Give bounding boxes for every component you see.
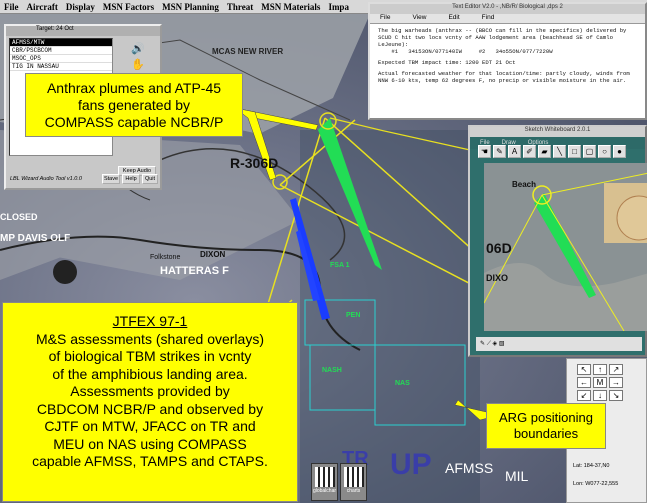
text-line: Actual forecasted weather for that locat…: [378, 70, 630, 77]
jtfex-title: JTFEX 97-1: [112, 313, 188, 329]
editor-menu-view[interactable]: View: [412, 14, 426, 23]
editor-menu-file[interactable]: File: [380, 14, 390, 23]
map-label-nas: NAS: [395, 380, 410, 387]
jtfex-callout: JTFEX 97-1 M&S assessments (shared overl…: [2, 302, 298, 502]
text-line: #1 34153ON/077140IW #2 34o55ON/077/7220W: [378, 48, 553, 55]
charts-label: charts: [346, 488, 361, 494]
map-label-afmss: AFMSS: [445, 460, 494, 476]
editor-menu: File View Edit Find: [370, 14, 645, 24]
map-label-up: UP: [390, 448, 432, 481]
text-line: The big warheads (anthrax -- (BBCO can f…: [378, 27, 627, 34]
window-title: Sketch Whiteboard 2.0.1: [470, 127, 645, 137]
hand-tool-icon[interactable]: ☚: [478, 145, 491, 158]
map-label-folkstone: Folkstone: [150, 254, 181, 261]
pan-center-button[interactable]: M: [593, 377, 607, 388]
menu-msn-factors[interactable]: MSN Factors: [99, 2, 158, 12]
eraser-tool-icon[interactable]: ▰: [538, 145, 551, 158]
menu-aircraft[interactable]: Aircraft: [23, 2, 62, 12]
pan-nw-button[interactable]: ↖: [577, 364, 591, 375]
map-label-mil: MIL: [505, 468, 529, 484]
globalchar-label: globalchar: [312, 488, 337, 494]
panel-icons: 🔊 ✋: [116, 40, 160, 74]
map-label-davis: MP DAVIS OLF: [0, 233, 71, 244]
sketch-status-bar: ✎ ⟋ ◈ ▧: [476, 337, 642, 351]
layer-item[interactable]: CBR/PSCBCOM: [10, 47, 112, 55]
stave-button[interactable]: Stave: [102, 174, 120, 184]
sketch-whiteboard-window: Sketch Whiteboard 2.0.1 File Draw Option…: [468, 125, 647, 357]
menu-impact[interactable]: Impa: [324, 2, 353, 12]
pan-se-button[interactable]: ↘: [609, 390, 623, 401]
map-label-r306: R-306D: [230, 155, 279, 171]
window-title: Text Editor V2.0 - ,NB/R/ Biological ,dp…: [370, 4, 645, 14]
menu-display[interactable]: Display: [62, 2, 99, 12]
text-tool-icon[interactable]: A: [508, 145, 521, 158]
text-line: LeJeune):: [378, 41, 409, 48]
menu-msn-planning[interactable]: MSN Planning: [158, 2, 223, 12]
map-label-fsa: FSA 1: [330, 262, 350, 269]
pan-s-button[interactable]: ↓: [593, 390, 607, 401]
pan-w-button[interactable]: ←: [577, 377, 591, 388]
editor-menu-edit[interactable]: Edit: [448, 14, 459, 23]
text-line: Expected TBM impact time: 1200 EDT 21 Oc…: [378, 59, 516, 66]
charts-button[interactable]: charts: [340, 463, 367, 501]
speaker-icon[interactable]: 🔊: [129, 42, 147, 56]
pan-arrows: ↖ ↑ ↗ ← M → ↙ ↓ ↘: [577, 364, 623, 401]
fill-tool-icon[interactable]: ●: [613, 145, 626, 158]
pan-ne-button[interactable]: ↗: [609, 364, 623, 375]
text-line: SCUD C hit two locs vcnty of AAW lodgeme…: [378, 34, 613, 41]
menu-file[interactable]: File: [0, 2, 23, 12]
round-rect-tool-icon[interactable]: ▢: [583, 145, 596, 158]
map-label-closed: CLOSED: [0, 212, 38, 222]
map-label-pen: PEN: [346, 312, 361, 319]
hand-icon[interactable]: ✋: [129, 58, 147, 72]
menu-threat[interactable]: Threat: [223, 2, 257, 12]
jtfex-body: M&S assessments (shared overlays) of bio…: [32, 330, 268, 470]
svg-text:DIXO: DIXO: [486, 273, 508, 283]
line-tool-icon[interactable]: ╲: [553, 145, 566, 158]
map-label-hatteras: HATTERAS F: [160, 265, 229, 277]
map-label-dixon: DIXON: [200, 250, 226, 259]
circle-tool-icon[interactable]: ○: [598, 145, 611, 158]
map-label-river: MCAS NEW RIVER: [212, 47, 284, 56]
globe-icon: [314, 467, 335, 487]
arg-callout: ARG positioning boundaries: [486, 403, 606, 449]
layer-item[interactable]: AFMSS/MTW: [10, 39, 112, 47]
pan-n-button[interactable]: ↑: [593, 364, 607, 375]
pen-tool-icon[interactable]: ✐: [523, 145, 536, 158]
globalchar-button[interactable]: globalchar: [311, 463, 338, 501]
text-editor-window: Text Editor V2.0 - ,NB/R/ Biological ,dp…: [368, 2, 647, 120]
pan-sw-button[interactable]: ↙: [577, 390, 591, 401]
rect-tool-icon[interactable]: □: [568, 145, 581, 158]
panel-title: Target: 24 Oct: [6, 26, 160, 36]
editor-menu-find[interactable]: Find: [482, 14, 495, 23]
latitude-readout: Lat: 184-37,N0: [573, 463, 610, 469]
anthrax-callout: Anthrax plumes and ATP-45 fans generated…: [25, 73, 243, 137]
layer-item[interactable]: MSOC_OPS: [10, 55, 112, 63]
pencil-tool-icon[interactable]: ✎: [493, 145, 506, 158]
tool-status: LBL Wizard Audio Tool v1.0.0: [10, 176, 82, 182]
svg-text:Beach: Beach: [512, 180, 536, 189]
layer-item[interactable]: TIG IN NASSAU: [10, 63, 112, 71]
help-button[interactable]: Help: [122, 174, 140, 184]
longitude-readout: Lon: W077-22,555: [573, 481, 619, 487]
sketch-toolbar: ☚ ✎ A ✐ ▰ ╲ □ ▢ ○ ●: [478, 145, 626, 163]
menu-msn-materials[interactable]: MSN Materials: [257, 2, 324, 12]
editor-text[interactable]: The big warheads (anthrax -- (BBCO can f…: [370, 24, 645, 87]
quit-button[interactable]: Quit: [142, 174, 158, 184]
desktop: MCAS NEW RIVER R-306D CLOSED MP DAVIS OL…: [0, 0, 647, 503]
text-line: NNW 6-10 kts, temp 62 degrees F, no prec…: [378, 77, 627, 84]
pan-e-button[interactable]: →: [609, 377, 623, 388]
sketch-drawing: Beach 06D DIXO: [484, 163, 647, 331]
chart-icon: [343, 467, 364, 487]
map-label-nash: NASH: [322, 367, 342, 374]
svg-text:06D: 06D: [486, 240, 512, 256]
sketch-canvas[interactable]: Beach 06D DIXO: [484, 163, 647, 331]
